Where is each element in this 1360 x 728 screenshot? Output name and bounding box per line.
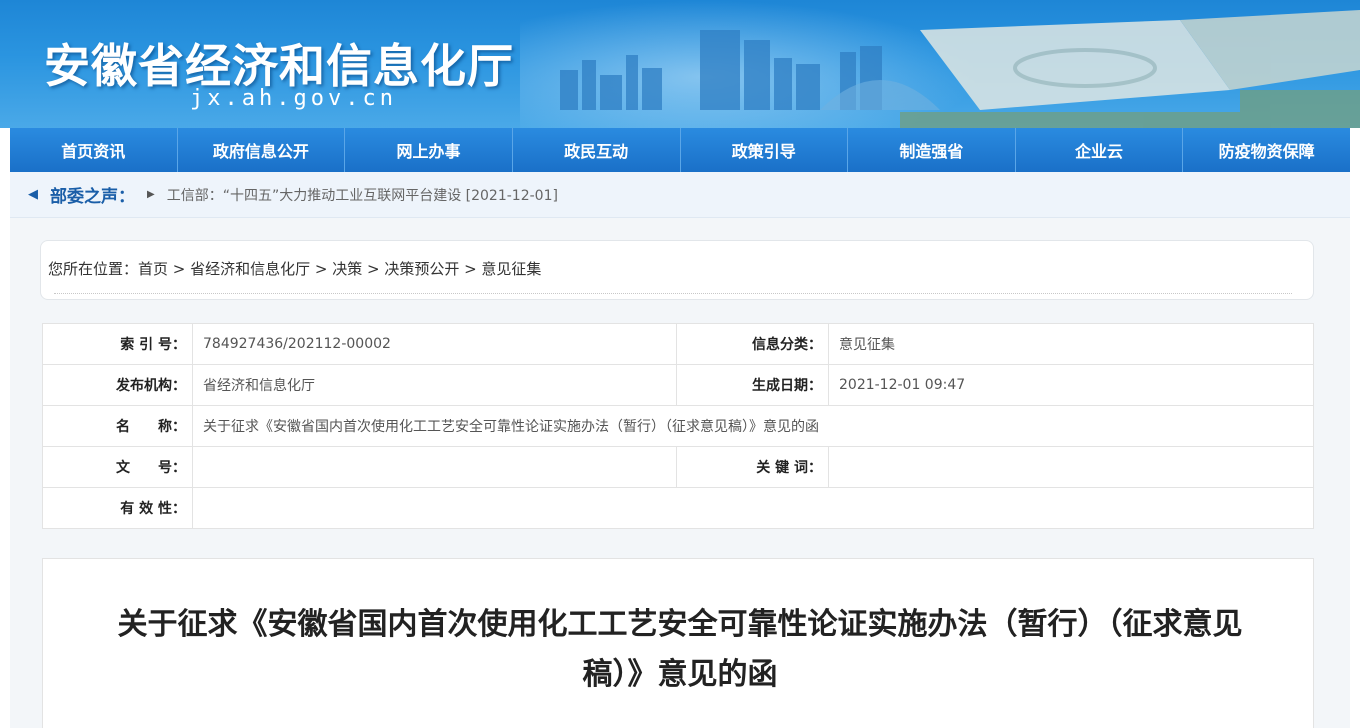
date-label: 生成日期： <box>676 364 829 406</box>
publisher-label: 发布机构： <box>42 364 193 406</box>
document-meta-table: 索 引 号： 784927436/202112-00002 信息分类： 意见征集… <box>42 323 1314 529</box>
table-row: 文 号： 关 键 词： <box>42 446 1314 488</box>
table-row: 名 称： 关于征求《安徽省国内首次使用化工工艺安全可靠性论证实施办法（暂行）（征… <box>42 405 1314 447</box>
main-nav: 首页资讯 政府信息公开 网上办事 政民互动 政策引导 制造强省 企业云 防疫物资… <box>10 128 1350 172</box>
nav-item-home-news[interactable]: 首页资讯 <box>10 128 178 172</box>
validity-label: 有 效 性： <box>42 487 193 529</box>
index-label: 索 引 号： <box>42 323 193 365</box>
docno-value <box>192 446 677 488</box>
nav-item-epidemic-supplies[interactable]: 防疫物资保障 <box>1183 128 1350 172</box>
nav-item-policy[interactable]: 政策引导 <box>681 128 849 172</box>
speaker-icon: ◀︎ <box>28 187 38 202</box>
table-row: 索 引 号： 784927436/202112-00002 信息分类： 意见征集 <box>42 323 1314 365</box>
keywords-value <box>828 446 1314 488</box>
nav-item-interaction[interactable]: 政民互动 <box>513 128 681 172</box>
category-value: 意见征集 <box>828 323 1314 365</box>
docno-label: 文 号： <box>42 446 193 488</box>
ticker-link[interactable]: 工信部：“十四五”大力推动工业互联网平台建设 [2021-12-01] <box>167 185 558 205</box>
keywords-label: 关 键 词： <box>676 446 829 488</box>
site-banner: 安徽省经济和信息化厅 jx.ah.gov.cn <box>0 0 1360 128</box>
index-value: 784927436/202112-00002 <box>192 323 677 365</box>
nav-item-enterprise-cloud[interactable]: 企业云 <box>1016 128 1184 172</box>
nav-item-gov-info[interactable]: 政府信息公开 <box>178 128 346 172</box>
name-label: 名 称： <box>42 405 193 447</box>
validity-value <box>192 487 1314 529</box>
nav-item-manufacturing[interactable]: 制造强省 <box>848 128 1016 172</box>
table-row: 发布机构： 省经济和信息化厅 生成日期： 2021-12-01 09:47 <box>42 364 1314 406</box>
arrow-right-icon: ▶ <box>147 189 155 200</box>
nav-item-online-services[interactable]: 网上办事 <box>345 128 513 172</box>
news-ticker: ◀︎ 部委之声： ▶ 工信部：“十四五”大力推动工业互联网平台建设 [2021-… <box>10 172 1350 218</box>
category-label: 信息分类： <box>676 323 829 365</box>
date-value: 2021-12-01 09:47 <box>828 364 1314 406</box>
divider <box>54 293 1292 294</box>
ticker-label: 部委之声： <box>50 187 135 207</box>
table-row: 有 效 性： <box>42 487 1314 529</box>
breadcrumb[interactable]: 您所在位置：首页 > 省经济和信息化厅 > 决策 > 决策预公开 > 意见征集 <box>48 258 541 279</box>
site-url: jx.ah.gov.cn <box>190 86 397 111</box>
name-value: 关于征求《安徽省国内首次使用化工工艺安全可靠性论证实施办法（暂行）（征求意见稿）… <box>192 405 1314 447</box>
article-title: 关于征求《安徽省国内首次使用化工工艺安全可靠性论证实施办法（暂行）（征求意见稿）… <box>117 607 1243 692</box>
publisher-value: 省经济和信息化厅 <box>192 364 677 406</box>
